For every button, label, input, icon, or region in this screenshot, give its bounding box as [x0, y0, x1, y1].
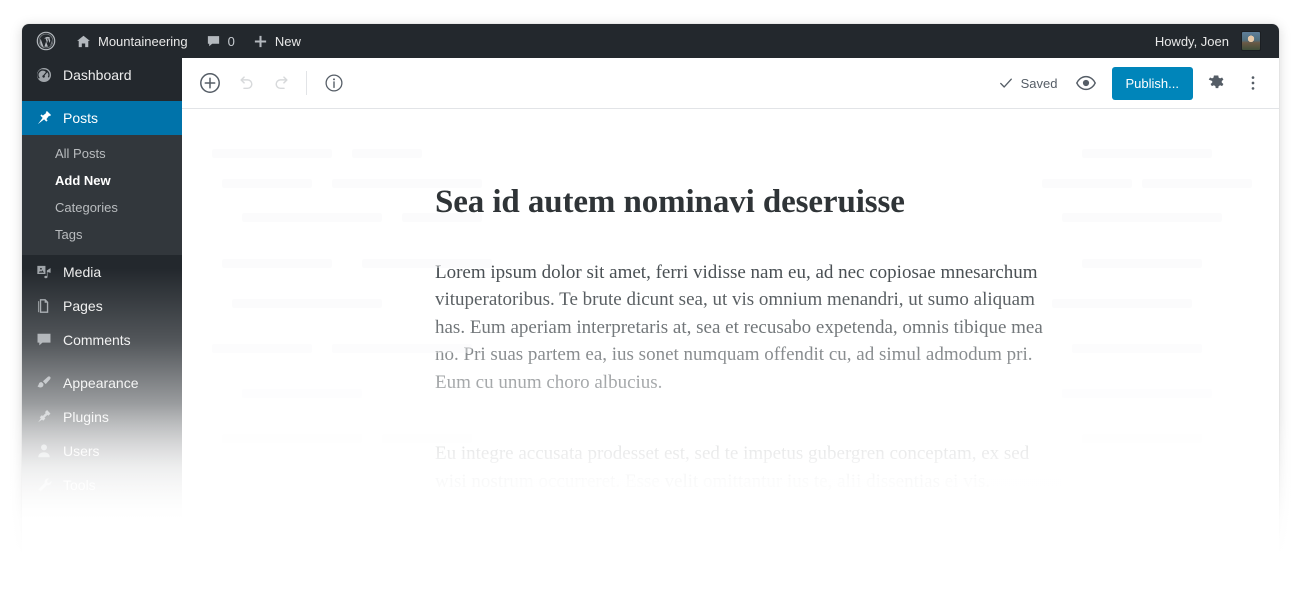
check-icon [997, 74, 1015, 92]
menu-separator [22, 92, 182, 101]
publish-button[interactable]: Publish... [1111, 66, 1193, 100]
sidebar-item-comments[interactable]: Comments [22, 323, 182, 357]
pages-icon [34, 296, 54, 316]
settings-gear-button[interactable] [1199, 65, 1235, 101]
toolbar-divider [306, 71, 307, 95]
editor-canvas[interactable]: Sea id autem nominavi deseruisse Lorem i… [182, 109, 1279, 584]
my-account-menu[interactable]: Howdy, Joen [1146, 24, 1269, 58]
editor-toolbar-left [192, 65, 352, 101]
sidebar-item-label: Pages [63, 298, 103, 314]
plug-icon [34, 407, 54, 427]
save-status[interactable]: Saved [993, 74, 1068, 92]
submenu-item-categories[interactable]: Categories [22, 194, 182, 221]
sidebar-item-pages[interactable]: Pages [22, 289, 182, 323]
more-options-button[interactable] [1235, 65, 1271, 101]
add-block-button[interactable] [192, 65, 228, 101]
sidebar-item-label: Posts [63, 110, 99, 126]
save-status-label: Saved [1020, 75, 1058, 91]
paragraph-block[interactable]: Lorem ipsum dolor sit amet, ferri vidiss… [435, 259, 1045, 397]
submenu-item-add-new[interactable]: Add New [22, 167, 182, 194]
avatar [1242, 32, 1260, 50]
sidebar-item-plugins[interactable]: Plugins [22, 400, 182, 434]
plus-icon [253, 34, 268, 49]
admin-body: Dashboard Posts All Posts Add New Catego… [22, 58, 1279, 584]
new-content-label: New [274, 33, 301, 49]
sidebar-item-label: Dashboard [63, 67, 132, 83]
media-icon [34, 262, 54, 282]
wp-admin-bar: Mountaineering 0 New Howdy, Joen [22, 24, 1279, 58]
sidebar-item-appearance[interactable]: Appearance [22, 366, 182, 400]
brush-icon [34, 373, 54, 393]
screenshot-root: Mountaineering 0 New Howdy, Joen Dashboa… [0, 0, 1301, 593]
submenu-item-tags[interactable]: Tags [22, 221, 182, 248]
menu-separator [22, 357, 182, 366]
comments-menu[interactable]: 0 [197, 24, 244, 58]
redo-button[interactable] [264, 65, 300, 101]
sidebar-item-tools[interactable]: Tools [22, 468, 182, 502]
comment-bubble-icon [206, 34, 221, 49]
wordpress-logo-icon [36, 31, 56, 51]
site-name-menu[interactable]: Mountaineering [67, 24, 197, 58]
sidebar-item-users[interactable]: Users [22, 434, 182, 468]
comments-count: 0 [227, 33, 235, 49]
dashboard-icon [34, 65, 54, 85]
wordpress-logo-menu[interactable] [22, 24, 67, 58]
paragraph-block[interactable]: Eu integre accusata prodesset est, sed t… [435, 440, 1045, 495]
post-title[interactable]: Sea id autem nominavi deseruisse [435, 183, 1045, 223]
new-content-menu[interactable]: New [244, 24, 310, 58]
sidebar-item-dashboard[interactable]: Dashboard [22, 58, 182, 92]
editor-toolbar-right: Saved Publish... [993, 65, 1271, 101]
sidebar-item-label: Tools [63, 477, 96, 493]
browser-window: Mountaineering 0 New Howdy, Joen Dashboa… [22, 24, 1279, 584]
block-editor: Saved Publish... Sea id autem nominavi d… [182, 58, 1279, 584]
sidebar-item-label: Users [63, 443, 100, 459]
post-content[interactable]: Sea id autem nominavi deseruisse Lorem i… [435, 183, 1045, 539]
sidebar-item-label: Comments [63, 332, 131, 348]
howdy-label: Howdy, Joen [1154, 33, 1229, 49]
pin-icon [34, 108, 54, 128]
sidebar-item-media[interactable]: Media [22, 255, 182, 289]
preview-button[interactable] [1068, 65, 1104, 101]
sidebar-item-posts[interactable]: Posts [22, 101, 182, 135]
content-structure-button[interactable] [316, 65, 352, 101]
users-icon [34, 441, 54, 461]
sidebar-item-label: Appearance [63, 375, 139, 391]
admin-sidebar: Dashboard Posts All Posts Add New Catego… [22, 58, 182, 584]
sidebar-item-label: Media [63, 264, 102, 280]
editor-toolbar: Saved Publish... [182, 58, 1279, 109]
tools-icon [34, 475, 54, 495]
home-icon [76, 34, 91, 49]
site-name-label: Mountaineering [98, 33, 188, 49]
submenu-item-all-posts[interactable]: All Posts [22, 140, 182, 167]
posts-submenu: All Posts Add New Categories Tags [22, 135, 182, 255]
comment-icon [34, 330, 54, 350]
sidebar-item-label: Plugins [63, 409, 109, 425]
admin-bar-right: Howdy, Joen [1146, 24, 1279, 58]
admin-bar-left: Mountaineering 0 New [22, 24, 310, 58]
undo-button[interactable] [228, 65, 264, 101]
